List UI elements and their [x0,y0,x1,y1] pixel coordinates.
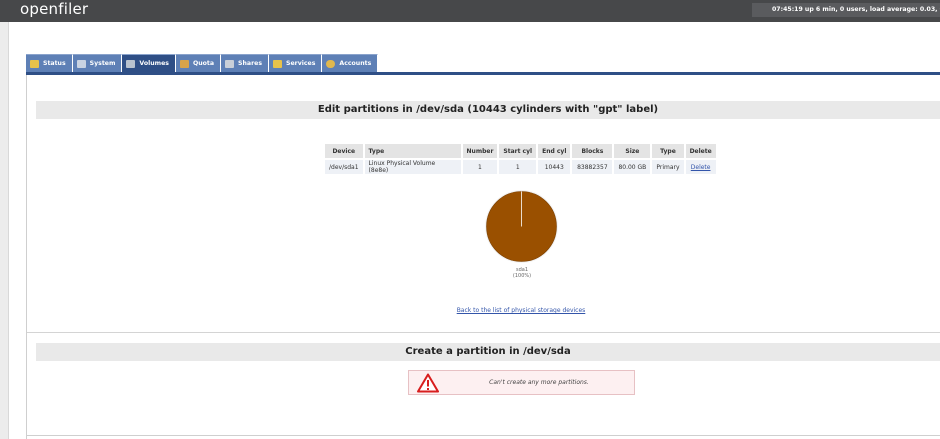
panel-bottom-border [26,435,940,436]
cell-device: /dev/sda1 [325,160,363,174]
col-device: Device [325,144,363,158]
cell-size: 80.00 GB [614,160,651,174]
shares-icon [225,59,235,68]
cell-end-cyl: 10443 [538,160,571,174]
cell-number: 1 [462,160,498,174]
pie-legend: sda1 (100%) [500,267,544,279]
quota-icon [179,59,189,68]
tab-label: Services [286,60,316,67]
table-header-row: Device Type Number Start cyl End cyl Blo… [325,144,716,158]
partition-pie-chart [485,190,558,263]
tab-label: Quota [192,60,215,67]
cell-start-cyl: 1 [499,160,537,174]
section-divider [27,332,940,333]
col-type: Type [364,144,461,158]
col-end-cyl: End cyl [538,144,571,158]
back-to-devices-link[interactable]: Back to the list of physical storage dev… [420,307,622,314]
openfiler-logo: openfiler [20,0,89,18]
tab-label: System [89,60,116,67]
tab-status[interactable]: Status [26,54,73,72]
col-blocks: Blocks [572,144,613,158]
warning-icon [417,373,439,393]
delete-partition-link[interactable]: Delete [691,164,711,171]
tab-accounts[interactable]: Accounts [322,54,379,72]
create-partition-title: Create a partition in /dev/sda [36,343,940,361]
cell-type: Linux Physical Volume (8e8e) [364,160,461,174]
cell-blocks: 83882357 [572,160,613,174]
col-size: Size [614,144,651,158]
accounts-icon [326,59,336,68]
tab-label: Volumes [139,60,169,67]
tab-label: Shares [238,60,263,67]
col-delete: Delete [685,144,716,158]
warning-message: Can't create any more partitions. [489,379,589,386]
partition-table: Device Type Number Start cyl End cyl Blo… [323,142,718,176]
tab-services[interactable]: Services [269,54,323,72]
cell-delete: Delete [685,160,716,174]
services-icon [273,59,283,68]
table-row: /dev/sda1 Linux Physical Volume (8e8e) 1… [325,160,716,174]
tab-volumes[interactable]: Volumes [122,54,176,72]
tab-label: Status [43,60,66,67]
tab-quota[interactable]: Quota [175,54,222,72]
status-icon [30,59,39,68]
tab-shares[interactable]: Shares [221,54,270,72]
uptime-status: 07:45:19 up 6 min, 0 users, load average… [752,3,940,17]
volumes-icon [126,59,136,68]
warning-box: Can't create any more partitions. [408,370,635,395]
col-ptype: Type [652,144,684,158]
tab-label: Accounts [339,60,372,67]
edit-partitions-title: Edit partitions in /dev/sda (10443 cylin… [36,101,940,119]
system-icon [76,59,86,68]
main-nav-tabs: Status System Volumes Quota Shares Servi… [26,54,379,72]
cell-ptype: Primary [652,160,684,174]
pie-slice-percent: (100%) [512,273,532,279]
tab-system[interactable]: System [72,54,123,72]
col-number: Number [462,144,498,158]
col-start-cyl: Start cyl [499,144,537,158]
